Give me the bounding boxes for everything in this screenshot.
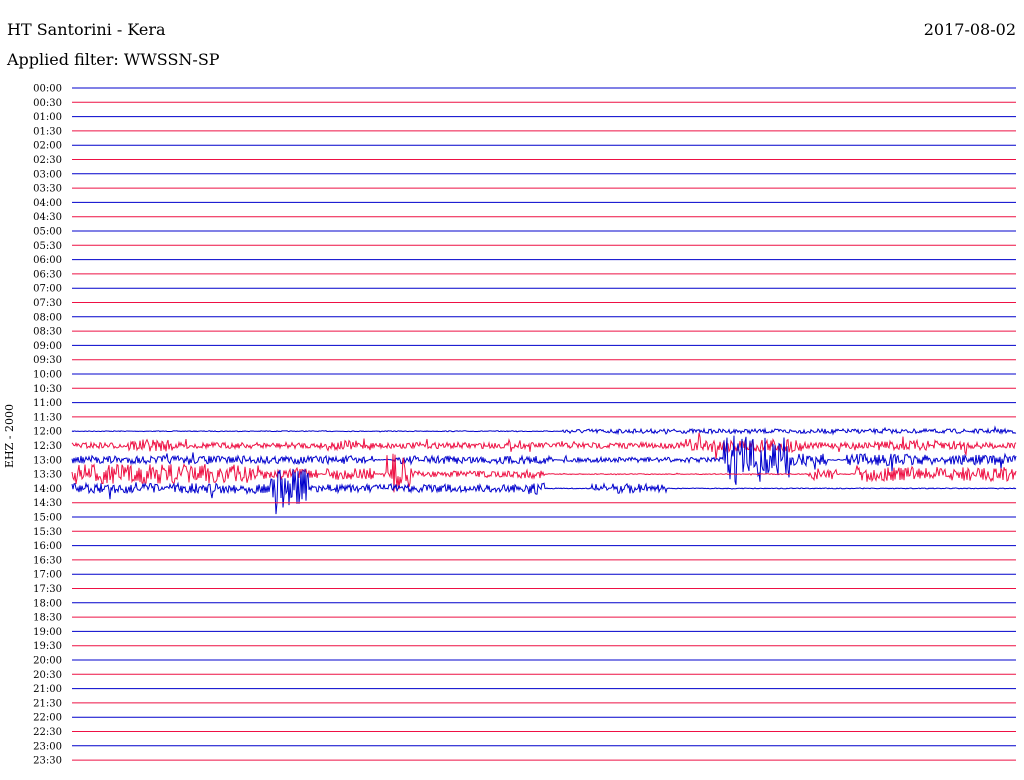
time-label: 03:00 [33,169,62,180]
time-label: 23:00 [33,741,62,752]
trace-waveform [72,427,1016,434]
time-label: 03:30 [33,184,62,195]
time-label: 21:30 [33,698,62,709]
time-label: 15:30 [33,527,62,538]
time-label: 04:00 [33,198,62,209]
time-label: 19:30 [33,641,62,652]
time-label: 19:00 [33,627,62,638]
trace-group [72,88,1016,760]
time-label: 11:00 [33,398,62,409]
time-label: 20:30 [33,670,62,681]
time-label: 09:30 [33,355,62,366]
time-label: 16:30 [33,555,62,566]
time-label: 23:30 [33,756,62,767]
time-label: 10:00 [33,370,62,381]
time-label: 07:30 [33,298,62,309]
time-label: 12:30 [33,441,62,452]
time-label-group: 00:00 00:30 01:00 01:30 02:00 02:30 03:00 03:30… [33,84,62,767]
helicorder-plot: 00:00 00:30 01:00 01:30 02:00 02:30 03:00 03:30… [0,0,1024,780]
time-label: 22:00 [33,713,62,724]
time-label: 02:00 [33,141,62,152]
time-label: 22:30 [33,727,62,738]
time-label: 06:30 [33,269,62,280]
time-label: 16:00 [33,541,62,552]
time-label: 15:00 [33,513,62,524]
time-label: 06:00 [33,255,62,266]
time-label: 18:30 [33,613,62,624]
time-label: 18:00 [33,598,62,609]
time-label: 13:00 [33,455,62,466]
time-label: 05:00 [33,227,62,238]
trace-waveform [72,433,1016,460]
time-label: 10:30 [33,384,62,395]
time-label: 17:30 [33,584,62,595]
time-label: 21:00 [33,684,62,695]
time-label: 01:30 [33,126,62,137]
time-label: 01:00 [33,112,62,123]
time-label: 11:30 [33,412,62,423]
time-label: 08:30 [33,327,62,338]
time-label: 05:30 [33,241,62,252]
time-label: 20:00 [33,656,62,667]
time-label: 14:00 [33,484,62,495]
time-label: 08:00 [33,312,62,323]
time-label: 17:00 [33,570,62,581]
time-label: 09:00 [33,341,62,352]
time-label: 02:30 [33,155,62,166]
time-label: 14:30 [33,498,62,509]
time-label: 12:00 [33,427,62,438]
time-label: 00:00 [33,84,62,95]
time-label: 04:30 [33,212,62,223]
time-label: 13:30 [33,470,62,481]
time-label: 00:30 [33,98,62,109]
time-label: 07:00 [33,284,62,295]
